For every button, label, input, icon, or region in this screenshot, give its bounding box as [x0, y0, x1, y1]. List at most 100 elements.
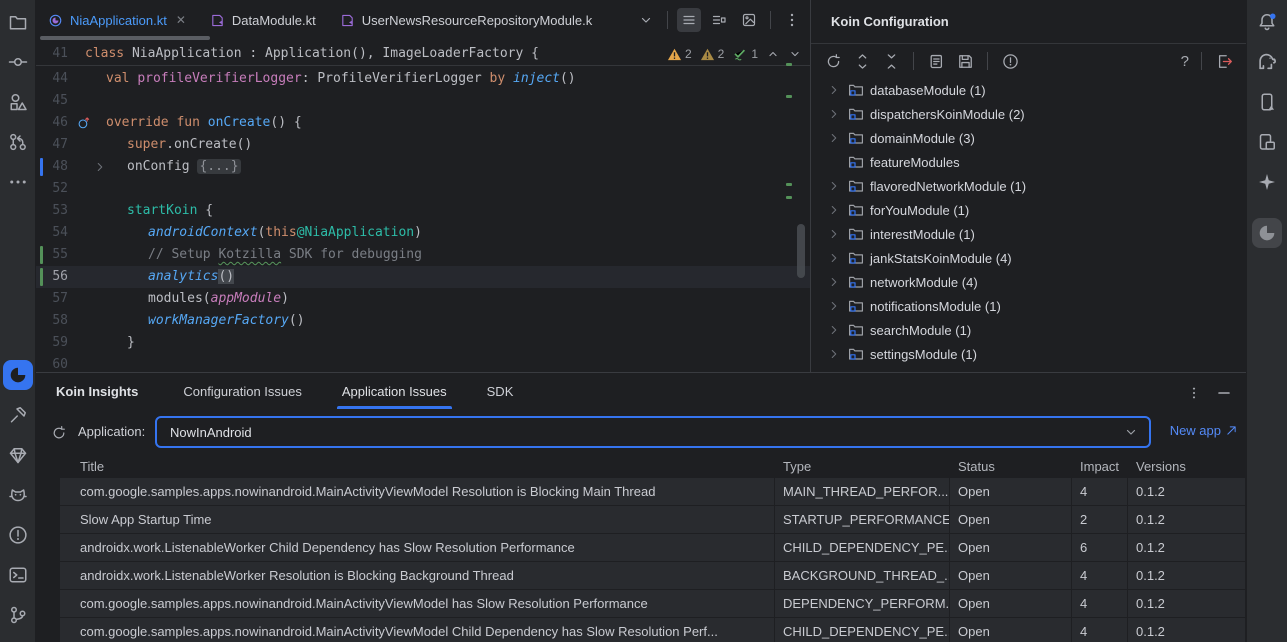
tree-item-featureModules[interactable]: featureModules — [811, 150, 1246, 174]
tree-item-searchModule[interactable]: searchModule (1) — [811, 318, 1246, 342]
editor-area[interactable]: NiaApplication.kt✕DataModule.ktUserNewsR… — [36, 0, 810, 372]
tree-item-dispatchersKoinModule[interactable]: dispatchersKoinModule (2) — [811, 102, 1246, 126]
editor-tab-datamodule-kt[interactable]: DataModule.kt — [198, 0, 328, 40]
tab-configuration-issues[interactable]: Configuration Issues — [178, 384, 307, 409]
tab-application-issues[interactable]: Application Issues — [337, 384, 452, 409]
table-row[interactable]: androidx.work.ListenableWorker Child Dep… — [60, 534, 1245, 561]
chevron-right-icon[interactable] — [827, 83, 841, 97]
error-stripe-mark[interactable] — [786, 95, 792, 98]
chevron-right-icon[interactable] — [827, 251, 841, 265]
dependencies-gem-icon[interactable] — [6, 443, 30, 467]
chevron-right-icon[interactable] — [827, 179, 841, 193]
column-header-impact[interactable]: Impact — [1072, 457, 1128, 477]
column-header-title[interactable]: Title — [60, 457, 775, 477]
code-line-59[interactable]: 59} — [36, 332, 810, 354]
code-line-54[interactable]: 54androidContext(this@NiaApplication) — [36, 222, 810, 244]
device-manager-icon[interactable] — [1255, 90, 1279, 114]
error-info-icon[interactable] — [1000, 51, 1020, 71]
resource-manager-icon[interactable] — [6, 90, 30, 114]
code-line-56[interactable]: 56analytics() — [36, 266, 810, 288]
warnings-badge[interactable]: 2 — [667, 47, 692, 62]
table-row[interactable]: com.google.samples.apps.nowinandroid.Mai… — [60, 618, 1245, 642]
vcs-update-icon[interactable] — [6, 130, 30, 154]
column-header-type[interactable]: Type — [775, 457, 950, 477]
more-horizontal-icon[interactable] — [6, 170, 30, 194]
code-line-52[interactable]: 52 — [36, 178, 810, 200]
code-line-55[interactable]: 55// Setup Kotzilla SDK for debugging — [36, 244, 810, 266]
layout-inspector-icon[interactable] — [1255, 130, 1279, 154]
kebab-icon[interactable] — [780, 8, 804, 32]
refresh-icon[interactable] — [823, 51, 843, 71]
tree-item-domainModule[interactable]: domainModule (3) — [811, 126, 1246, 150]
commit-icon[interactable] — [6, 50, 30, 74]
code-line-53[interactable]: 53startKoin { — [36, 200, 810, 222]
chevron-right-icon[interactable] — [827, 203, 841, 217]
code-line-44[interactable]: 44val profileVerifierLogger: ProfileVeri… — [36, 68, 810, 90]
chevron-right-icon[interactable] — [827, 347, 841, 361]
editor-tab-usernewsresourcerepositorymodule-k[interactable]: UserNewsResourceRepositoryModule.k — [328, 0, 604, 40]
tree-item-networkModule[interactable]: networkModule (4) — [811, 270, 1246, 294]
table-row[interactable]: androidx.work.ListenableWorker Resolutio… — [60, 562, 1245, 589]
tree-item-interestModule[interactable]: interestModule (1) — [811, 222, 1246, 246]
override-method-icon[interactable] — [76, 115, 92, 131]
project-folder-icon[interactable] — [6, 10, 30, 34]
next-problem-icon[interactable] — [788, 47, 802, 61]
terminal-icon[interactable] — [6, 563, 30, 587]
chevron-down-icon[interactable] — [634, 8, 658, 32]
code-area[interactable]: 44val profileVerifierLogger: ProfileVeri… — [36, 66, 810, 372]
prev-problem-icon[interactable] — [766, 47, 780, 61]
tree-item-flavoredNetworkModule[interactable]: flavoredNetworkModule (1) — [811, 174, 1246, 198]
expand-all-icon[interactable] — [852, 51, 872, 71]
inspections-widget[interactable]: 221 — [667, 42, 802, 66]
ai-sparkle-icon[interactable] — [1255, 170, 1279, 194]
tree-item-jankStatsKoinModule[interactable]: jankStatsKoinModule (4) — [811, 246, 1246, 270]
application-select[interactable]: NowInAndroid — [155, 416, 1151, 448]
build-hammer-icon[interactable] — [6, 403, 30, 427]
problems-icon[interactable] — [6, 523, 30, 547]
column-header-versions[interactable]: Versions — [1128, 457, 1245, 477]
chevron-right-icon[interactable] — [827, 323, 841, 337]
code-line-46[interactable]: 46override fun onCreate() { — [36, 112, 810, 134]
notifications-bell-icon[interactable] — [1255, 10, 1279, 34]
kebab-menu-icon[interactable] — [1186, 385, 1202, 401]
chevron-right-icon[interactable] — [827, 299, 841, 313]
error-stripe-mark[interactable] — [786, 183, 792, 186]
code-line-58[interactable]: 58workManagerFactory() — [36, 310, 810, 332]
column-header-status[interactable]: Status — [950, 457, 1072, 477]
new-app-link[interactable]: New app — [1170, 423, 1238, 438]
code-line-47[interactable]: 47super.onCreate() — [36, 134, 810, 156]
help-icon[interactable]: ? — [1181, 53, 1189, 70]
koin-tool-selected[interactable] — [3, 360, 33, 390]
error-stripe-mark[interactable] — [786, 63, 792, 66]
tab-sdk[interactable]: SDK — [482, 384, 519, 409]
fold-chevron-icon[interactable] — [92, 159, 108, 175]
tree-item-databaseModule[interactable]: databaseModule (1) — [811, 78, 1246, 102]
logout-icon[interactable] — [1214, 51, 1234, 71]
preview-icon[interactable] — [737, 8, 761, 32]
save-icon[interactable] — [955, 51, 975, 71]
logcat-cat-icon[interactable] — [6, 483, 30, 507]
koin-plugin-icon[interactable] — [1252, 218, 1282, 248]
weak-warnings-badge[interactable]: 2 — [700, 47, 725, 62]
editor-tab-niaapplication-kt[interactable]: NiaApplication.kt✕ — [36, 0, 198, 40]
git-branch-icon[interactable] — [6, 603, 30, 627]
code-line-45[interactable]: 45 — [36, 90, 810, 112]
refresh-icon[interactable] — [50, 424, 68, 442]
error-stripe-mark[interactable] — [786, 196, 792, 199]
tree-item-forYouModule[interactable]: forYouModule (1) — [811, 198, 1246, 222]
code-line-48[interactable]: 48onConfig {...} — [36, 156, 810, 178]
tree-item-settingsModule[interactable]: settingsModule (1) — [811, 342, 1246, 366]
code-line-57[interactable]: 57modules(appModule) — [36, 288, 810, 310]
minimize-icon[interactable] — [1216, 385, 1232, 401]
chevron-right-icon[interactable] — [827, 275, 841, 289]
chevron-right-icon[interactable] — [827, 131, 841, 145]
details-view-icon[interactable] — [707, 8, 731, 32]
passed-badge[interactable]: 1 — [732, 46, 758, 62]
code-line-60[interactable]: 60 — [36, 354, 810, 372]
chevron-right-icon[interactable] — [827, 227, 841, 241]
table-row[interactable]: com.google.samples.apps.nowinandroid.Mai… — [60, 478, 1245, 505]
table-row[interactable]: com.google.samples.apps.nowinandroid.Mai… — [60, 590, 1245, 617]
editor-vertical-scrollbar[interactable] — [797, 224, 805, 278]
table-row[interactable]: Slow App Startup TimeSTARTUP_PERFORMANCE… — [60, 506, 1245, 533]
export-doc-icon[interactable] — [926, 51, 946, 71]
